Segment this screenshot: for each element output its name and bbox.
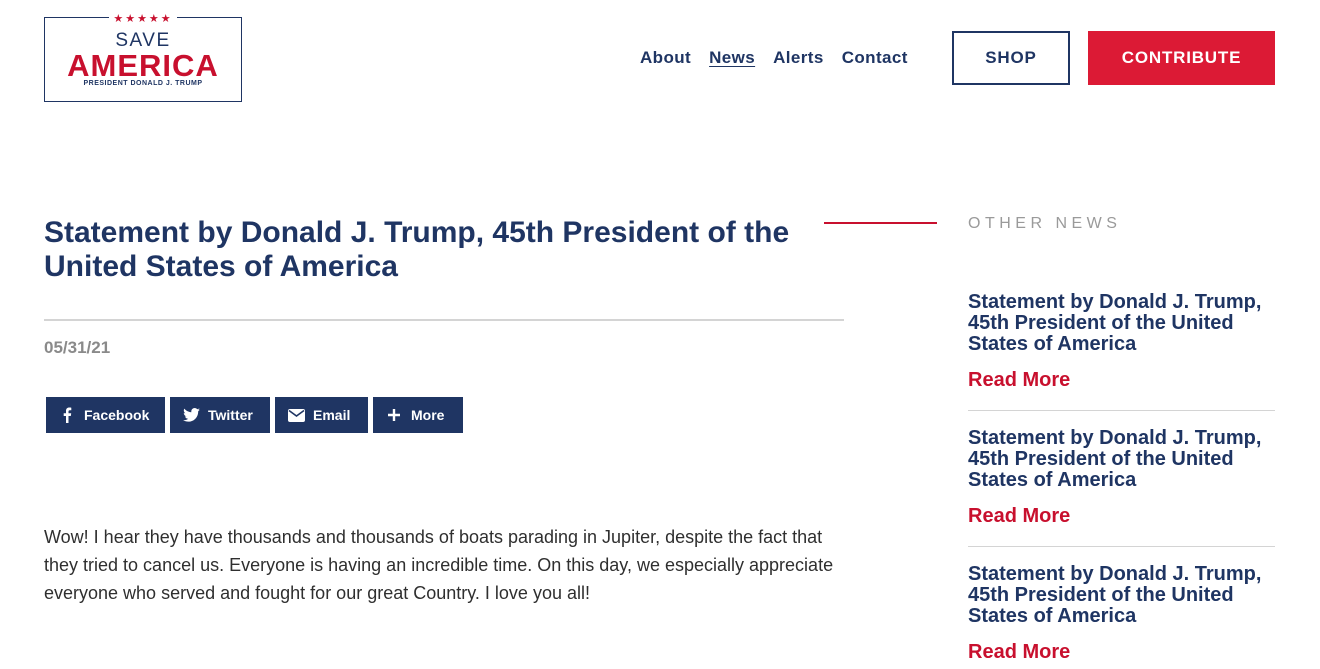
twitter-icon [182,406,200,424]
share-twitter-label: Twitter [208,407,253,423]
title-divider [44,319,844,321]
logo-subtitle: PRESIDENT DONALD J. TRUMP [83,80,203,87]
main-nav: About News Alerts Contact [640,48,908,68]
nav-about[interactable]: About [640,48,691,68]
read-more-link[interactable]: Read More [968,369,1275,392]
other-news-heading: OTHER NEWS [968,215,1122,232]
sidebar-news-title[interactable]: Statement by Donald J. Trump, 45th Presi… [968,428,1275,491]
contribute-button[interactable]: CONTRIBUTE [1088,31,1275,85]
share-twitter-button[interactable]: Twitter [170,397,270,433]
share-facebook-label: Facebook [84,407,150,423]
logo-america-text: AMERICA [67,48,219,83]
sidebar-news-item: Statement by Donald J. Trump, 45th Presi… [968,428,1275,547]
share-facebook-button[interactable]: Facebook [46,397,165,433]
share-email-button[interactable]: Email [275,397,368,433]
accent-line [824,222,937,224]
nav-alerts[interactable]: Alerts [773,48,824,68]
shop-button[interactable]: SHOP [952,31,1070,85]
share-more-label: More [411,407,445,423]
nav-contact[interactable]: Contact [842,48,908,68]
save-america-logo[interactable]: ★★★★★ SAVE AMERICA PRESIDENT DONALD J. T… [44,13,242,102]
read-more-link[interactable]: Read More [968,641,1275,664]
read-more-link[interactable]: Read More [968,505,1275,528]
facebook-icon [58,406,76,424]
article-date: 05/31/21 [44,338,111,357]
article-title: Statement by Donald J. Trump, 45th Presi… [44,216,790,283]
nav-news[interactable]: News [709,48,755,68]
share-more-button[interactable]: More [373,397,463,433]
sidebar-news-item: Statement by Donald J. Trump, 45th Presi… [968,292,1275,411]
sidebar-news-title[interactable]: Statement by Donald J. Trump, 45th Presi… [968,292,1275,355]
sidebar-news-item: Statement by Donald J. Trump, 45th Presi… [968,564,1275,664]
share-email-label: Email [313,407,351,423]
email-icon [287,406,305,424]
article-body: Wow! I hear they have thousands and thou… [44,527,834,603]
sidebar-news-title[interactable]: Statement by Donald J. Trump, 45th Presi… [968,564,1275,627]
plus-icon [385,406,403,424]
logo-stars: ★★★★★ [45,9,241,27]
